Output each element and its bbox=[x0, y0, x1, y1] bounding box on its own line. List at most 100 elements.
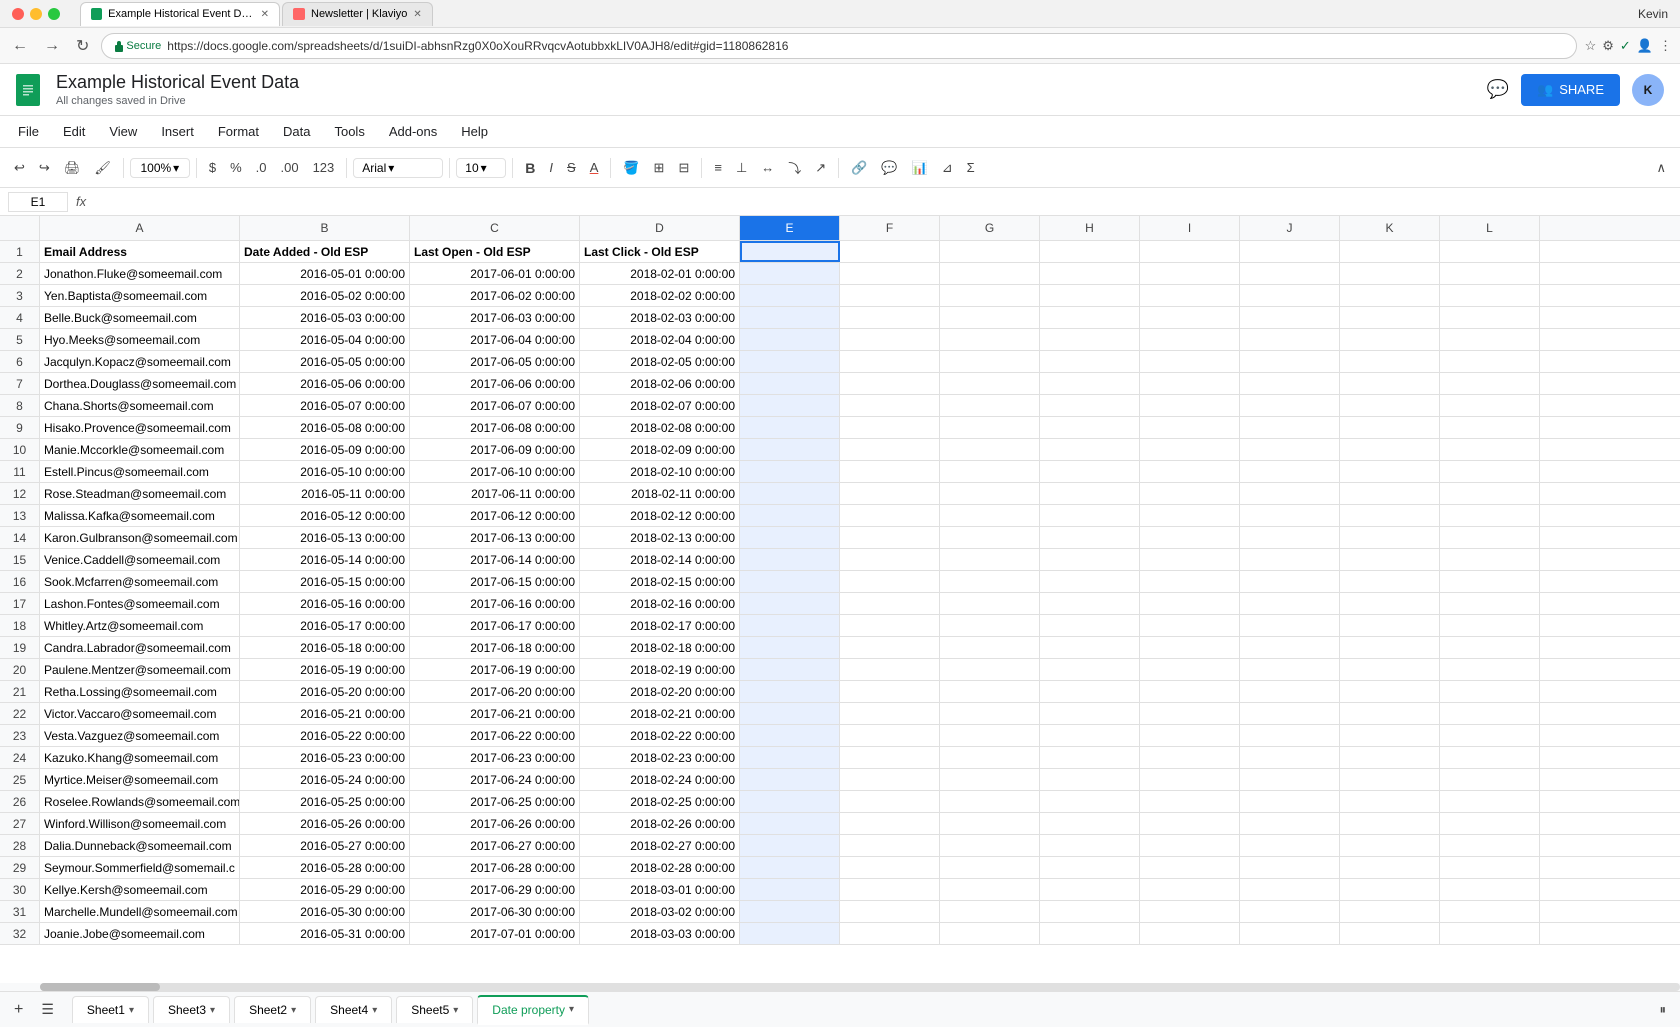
cell-E22[interactable] bbox=[740, 703, 840, 724]
cell-G19[interactable] bbox=[940, 637, 1040, 658]
cell-L2[interactable] bbox=[1440, 263, 1540, 284]
cell-J16[interactable] bbox=[1240, 571, 1340, 592]
cell-G3[interactable] bbox=[940, 285, 1040, 306]
cell-L14[interactable] bbox=[1440, 527, 1540, 548]
cell-E14[interactable] bbox=[740, 527, 840, 548]
cell-C28[interactable]: 2017-06-27 0:00:00 bbox=[410, 835, 580, 856]
cell-K1[interactable] bbox=[1340, 241, 1440, 262]
cell-I21[interactable] bbox=[1140, 681, 1240, 702]
cell-L26[interactable] bbox=[1440, 791, 1540, 812]
cell-L31[interactable] bbox=[1440, 901, 1540, 922]
cell-A4[interactable]: Belle.Buck@someemail.com bbox=[40, 307, 240, 328]
cell-E2[interactable] bbox=[740, 263, 840, 284]
cell-B1[interactable]: Date Added - Old ESP bbox=[240, 241, 410, 262]
cell-K5[interactable] bbox=[1340, 329, 1440, 350]
cell-I31[interactable] bbox=[1140, 901, 1240, 922]
cell-B28[interactable]: 2016-05-27 0:00:00 bbox=[240, 835, 410, 856]
cell-F10[interactable] bbox=[840, 439, 940, 460]
cell-B4[interactable]: 2016-05-03 0:00:00 bbox=[240, 307, 410, 328]
menu-help[interactable]: Help bbox=[451, 120, 498, 143]
cell-A5[interactable]: Hyo.Meeks@someemail.com bbox=[40, 329, 240, 350]
col-header-K[interactable]: K bbox=[1340, 216, 1440, 240]
cell-H17[interactable] bbox=[1040, 593, 1140, 614]
merge-cells-button[interactable]: ⊟ bbox=[672, 156, 695, 180]
cell-H25[interactable] bbox=[1040, 769, 1140, 790]
cell-E28[interactable] bbox=[740, 835, 840, 856]
cell-A1[interactable]: Email Address bbox=[40, 241, 240, 262]
cell-H3[interactable] bbox=[1040, 285, 1140, 306]
cell-G8[interactable] bbox=[940, 395, 1040, 416]
cell-D23[interactable]: 2018-02-22 0:00:00 bbox=[580, 725, 740, 746]
text-color-button[interactable]: A bbox=[584, 156, 605, 179]
decimal-inc-button[interactable]: .00 bbox=[274, 156, 304, 179]
decimal-dec-button[interactable]: .0 bbox=[250, 156, 273, 179]
cell-E13[interactable] bbox=[740, 505, 840, 526]
cell-A23[interactable]: Vesta.Vazguez@someemail.com bbox=[40, 725, 240, 746]
cell-A2[interactable]: Jonathon.Fluke@someemail.com bbox=[40, 263, 240, 284]
cell-K26[interactable] bbox=[1340, 791, 1440, 812]
col-header-D[interactable]: D bbox=[580, 216, 740, 240]
cell-H6[interactable] bbox=[1040, 351, 1140, 372]
sheet5-dropdown-icon[interactable]: ▾ bbox=[453, 1005, 458, 1016]
cell-K19[interactable] bbox=[1340, 637, 1440, 658]
cell-F22[interactable] bbox=[840, 703, 940, 724]
extensions-icon[interactable]: ⚙ bbox=[1602, 38, 1614, 54]
cell-C31[interactable]: 2017-06-30 0:00:00 bbox=[410, 901, 580, 922]
cell-H2[interactable] bbox=[1040, 263, 1140, 284]
cell-D25[interactable]: 2018-02-24 0:00:00 bbox=[580, 769, 740, 790]
cell-F7[interactable] bbox=[840, 373, 940, 394]
cell-J18[interactable] bbox=[1240, 615, 1340, 636]
cell-K25[interactable] bbox=[1340, 769, 1440, 790]
cell-E26[interactable] bbox=[740, 791, 840, 812]
cell-J24[interactable] bbox=[1240, 747, 1340, 768]
cell-J28[interactable] bbox=[1240, 835, 1340, 856]
font-size-selector[interactable]: 10 ▾ bbox=[456, 158, 506, 178]
cell-I3[interactable] bbox=[1140, 285, 1240, 306]
cell-A12[interactable]: Rose.Steadman@someemail.com bbox=[40, 483, 240, 504]
cell-H26[interactable] bbox=[1040, 791, 1140, 812]
address-input[interactable]: Secure https://docs.google.com/spreadshe… bbox=[101, 33, 1576, 59]
cell-H27[interactable] bbox=[1040, 813, 1140, 834]
cell-I26[interactable] bbox=[1140, 791, 1240, 812]
cell-K28[interactable] bbox=[1340, 835, 1440, 856]
cell-I7[interactable] bbox=[1140, 373, 1240, 394]
cell-I2[interactable] bbox=[1140, 263, 1240, 284]
font-selector[interactable]: Arial ▾ bbox=[353, 158, 443, 178]
cell-F28[interactable] bbox=[840, 835, 940, 856]
cell-D4[interactable]: 2018-02-03 0:00:00 bbox=[580, 307, 740, 328]
cell-H14[interactable] bbox=[1040, 527, 1140, 548]
cell-D1[interactable]: Last Click - Old ESP bbox=[580, 241, 740, 262]
cell-I27[interactable] bbox=[1140, 813, 1240, 834]
cell-I8[interactable] bbox=[1140, 395, 1240, 416]
cell-E12[interactable] bbox=[740, 483, 840, 504]
cell-E5[interactable] bbox=[740, 329, 840, 350]
cell-L10[interactable] bbox=[1440, 439, 1540, 460]
col-header-E[interactable]: E bbox=[740, 216, 840, 240]
cell-G31[interactable] bbox=[940, 901, 1040, 922]
cell-C10[interactable]: 2017-06-09 0:00:00 bbox=[410, 439, 580, 460]
cell-D26[interactable]: 2018-02-25 0:00:00 bbox=[580, 791, 740, 812]
cell-G24[interactable] bbox=[940, 747, 1040, 768]
sheet-tab-sheet3[interactable]: Sheet3 ▾ bbox=[153, 996, 230, 1023]
cell-G22[interactable] bbox=[940, 703, 1040, 724]
cell-J5[interactable] bbox=[1240, 329, 1340, 350]
cell-B11[interactable]: 2016-05-10 0:00:00 bbox=[240, 461, 410, 482]
cell-E19[interactable] bbox=[740, 637, 840, 658]
rotate-text-button[interactable]: ↗ bbox=[809, 156, 832, 180]
cell-G26[interactable] bbox=[940, 791, 1040, 812]
date-property-dropdown-icon[interactable]: ▾ bbox=[569, 1004, 574, 1015]
col-header-L[interactable]: L bbox=[1440, 216, 1540, 240]
cell-L24[interactable] bbox=[1440, 747, 1540, 768]
cell-F27[interactable] bbox=[840, 813, 940, 834]
cell-K32[interactable] bbox=[1340, 923, 1440, 944]
cell-J6[interactable] bbox=[1240, 351, 1340, 372]
cell-K13[interactable] bbox=[1340, 505, 1440, 526]
cell-E24[interactable] bbox=[740, 747, 840, 768]
percent-button[interactable]: % bbox=[224, 156, 248, 179]
cell-K6[interactable] bbox=[1340, 351, 1440, 372]
cell-D2[interactable]: 2018-02-01 0:00:00 bbox=[580, 263, 740, 284]
cell-J15[interactable] bbox=[1240, 549, 1340, 570]
cell-K16[interactable] bbox=[1340, 571, 1440, 592]
sheet-tab-sheet4[interactable]: Sheet4 ▾ bbox=[315, 996, 392, 1023]
cell-A20[interactable]: Paulene.Mentzer@someemail.com bbox=[40, 659, 240, 680]
